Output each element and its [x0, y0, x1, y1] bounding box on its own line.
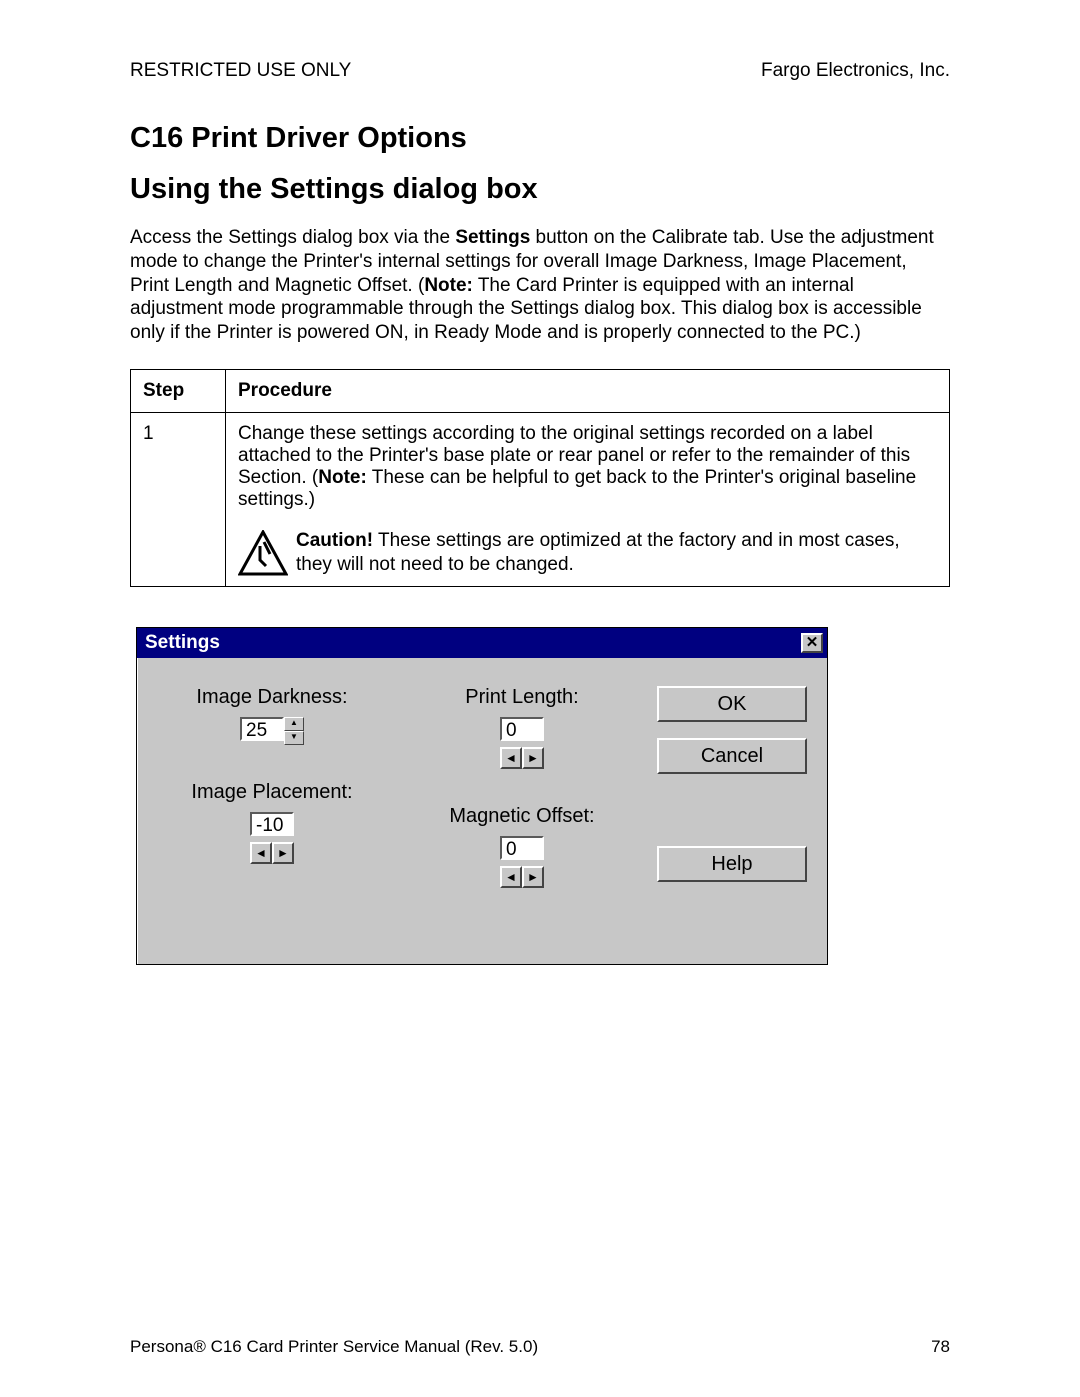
close-button[interactable]: ✕ — [801, 633, 823, 653]
settings-dialog: Settings ✕ Image Darkness: 25 ▲ ▼ I — [136, 627, 828, 965]
caution-bold: Caution! — [296, 530, 373, 551]
col-header-procedure: Procedure — [226, 369, 950, 412]
footer-page-number: 78 — [931, 1337, 950, 1357]
caution-text: These settings are optimized at the fact… — [296, 530, 900, 575]
intro-paragraph: Access the Settings dialog box via the S… — [130, 226, 950, 345]
header-right: Fargo Electronics, Inc. — [761, 60, 950, 82]
image-placement-input[interactable]: -10 — [250, 812, 294, 836]
intro-text-1: Access the Settings dialog box via the — [130, 227, 455, 248]
print-length-right[interactable]: ► — [522, 747, 544, 769]
table-row: 1 Change these settings according to the… — [131, 412, 950, 587]
intro-note-bold: Note: — [424, 275, 473, 296]
image-placement-right[interactable]: ► — [272, 842, 294, 864]
image-placement-label: Image Placement: — [157, 781, 387, 804]
caution-icon — [238, 530, 288, 576]
print-length-left[interactable]: ◄ — [500, 747, 522, 769]
procedure-table: Step Procedure 1 Change these settings a… — [130, 369, 950, 588]
footer-left: Persona® C16 Card Printer Service Manual… — [130, 1337, 538, 1357]
header-left: RESTRICTED USE ONLY — [130, 60, 351, 82]
image-placement-left[interactable]: ◄ — [250, 842, 272, 864]
image-darkness-up[interactable]: ▲ — [284, 717, 304, 731]
print-length-label: Print Length: — [407, 686, 637, 709]
proc-note-bold: Note: — [318, 467, 367, 488]
heading-1: C16 Print Driver Options — [130, 122, 950, 155]
heading-2: Using the Settings dialog box — [130, 173, 950, 206]
ok-button[interactable]: OK — [657, 686, 807, 722]
procedure-cell: Change these settings according to the o… — [226, 412, 950, 587]
image-darkness-down[interactable]: ▼ — [284, 731, 304, 745]
image-darkness-label: Image Darkness: — [157, 686, 387, 709]
step-number: 1 — [131, 412, 226, 587]
magnetic-offset-label: Magnetic Offset: — [407, 805, 637, 828]
magnetic-offset-input[interactable]: 0 — [500, 836, 544, 860]
image-darkness-input[interactable]: 25 — [240, 717, 284, 741]
intro-settings-bold: Settings — [455, 227, 530, 248]
help-button[interactable]: Help — [657, 846, 807, 882]
dialog-title: Settings — [141, 632, 220, 654]
magnetic-offset-right[interactable]: ► — [522, 866, 544, 888]
col-header-step: Step — [131, 369, 226, 412]
print-length-input[interactable]: 0 — [500, 717, 544, 741]
cancel-button[interactable]: Cancel — [657, 738, 807, 774]
title-bar: Settings ✕ — [137, 628, 827, 658]
magnetic-offset-left[interactable]: ◄ — [500, 866, 522, 888]
